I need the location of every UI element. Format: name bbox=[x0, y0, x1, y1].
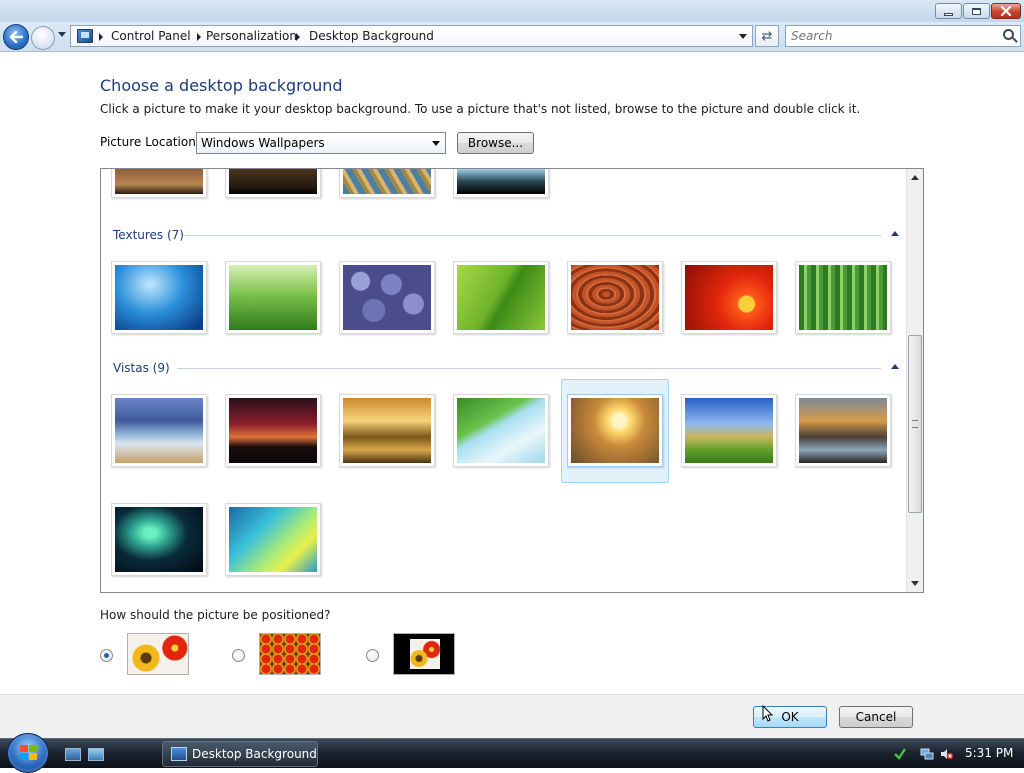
position-center-icon[interactable] bbox=[393, 633, 455, 675]
refresh-button[interactable]: ⇄ bbox=[755, 25, 779, 47]
address-box[interactable]: Control Panel Personalization Desktop Ba… bbox=[70, 25, 753, 47]
taskbar-item-desktop-background[interactable]: Desktop Background bbox=[162, 741, 318, 767]
network-icon[interactable] bbox=[920, 747, 934, 761]
maximize-icon bbox=[972, 7, 981, 15]
wallpaper-thumbnail[interactable] bbox=[111, 503, 207, 576]
address-toolbar: Control Panel Personalization Desktop Ba… bbox=[0, 22, 1024, 52]
breadcrumb-separator-icon[interactable] bbox=[296, 33, 300, 41]
wallpaper-thumbnail[interactable] bbox=[453, 169, 549, 198]
group-divider bbox=[185, 235, 881, 236]
scrollbar-thumb[interactable] bbox=[908, 335, 922, 513]
back-button[interactable] bbox=[3, 24, 29, 50]
breadcrumb-separator-icon[interactable] bbox=[197, 33, 201, 41]
picture-location-label: Picture Location bbox=[100, 135, 196, 149]
collapse-icon[interactable] bbox=[891, 364, 899, 369]
windows-logo-icon bbox=[20, 745, 38, 761]
collapse-icon[interactable] bbox=[891, 231, 899, 236]
breadcrumb-control-panel[interactable]: Control Panel bbox=[111, 29, 191, 43]
search-icon[interactable] bbox=[1003, 29, 1014, 40]
wallpaper-thumbnail[interactable] bbox=[225, 169, 321, 198]
position-tile-icon[interactable] bbox=[259, 633, 321, 675]
group-divider bbox=[177, 368, 881, 369]
breadcrumb-separator-icon[interactable] bbox=[99, 33, 103, 41]
group-header-vistas[interactable]: Vistas (9) bbox=[113, 361, 903, 375]
scroll-up-icon[interactable] bbox=[911, 175, 919, 180]
position-radio-fit[interactable] bbox=[100, 649, 113, 662]
show-desktop-icon[interactable] bbox=[65, 748, 81, 761]
wallpaper-thumbnail[interactable] bbox=[225, 394, 321, 467]
recent-pages-dropdown[interactable] bbox=[58, 32, 66, 37]
breadcrumb-personalization[interactable]: Personalization bbox=[206, 29, 297, 43]
maximize-button[interactable] bbox=[963, 3, 990, 19]
close-button[interactable] bbox=[991, 3, 1021, 19]
wallpaper-thumbnail[interactable] bbox=[339, 261, 435, 334]
mouse-pointer-icon bbox=[762, 705, 774, 722]
wallpaper-thumbnail[interactable] bbox=[339, 169, 435, 198]
wallpaper-thumbnail[interactable] bbox=[225, 503, 321, 576]
scroll-down-icon[interactable] bbox=[911, 581, 919, 586]
picture-location-select[interactable]: Windows Wallpapers bbox=[196, 132, 446, 154]
control-panel-icon bbox=[171, 747, 187, 761]
breadcrumb-desktop-background[interactable]: Desktop Background bbox=[309, 29, 434, 43]
volume-muted-icon[interactable] bbox=[940, 747, 954, 761]
picture-location-value: Windows Wallpapers bbox=[201, 136, 325, 150]
page-description: Click a picture to make it your desktop … bbox=[100, 102, 861, 116]
group-header-textures[interactable]: Textures (7) bbox=[113, 228, 903, 242]
wallpaper-thumbnail[interactable] bbox=[111, 261, 207, 334]
switch-windows-icon[interactable] bbox=[88, 748, 104, 761]
taskbar-clock[interactable]: 5:31 PM bbox=[965, 746, 1013, 760]
wallpaper-thumbnail[interactable] bbox=[567, 261, 663, 334]
position-question: How should the picture be positioned? bbox=[100, 608, 331, 622]
minimize-button[interactable] bbox=[935, 3, 962, 19]
browse-button[interactable]: Browse... bbox=[457, 132, 534, 154]
wallpaper-thumbnail[interactable] bbox=[225, 261, 321, 334]
position-fit-icon[interactable] bbox=[127, 633, 189, 675]
security-check-icon[interactable] bbox=[893, 747, 907, 761]
wallpaper-thumbnail-selected[interactable] bbox=[567, 394, 663, 467]
start-button[interactable] bbox=[7, 733, 49, 773]
control-panel-icon bbox=[77, 29, 93, 43]
minimize-icon bbox=[944, 12, 953, 16]
wallpaper-thumbnail[interactable] bbox=[111, 169, 207, 198]
close-icon bbox=[1000, 6, 1012, 16]
wallpaper-thumbnail[interactable] bbox=[111, 394, 207, 467]
group-title: Textures (7) bbox=[113, 228, 190, 242]
title-bar bbox=[0, 0, 1024, 22]
taskbar: Desktop Background 5:31 PM bbox=[0, 733, 1024, 773]
vertical-scrollbar[interactable] bbox=[906, 169, 923, 592]
wallpaper-thumbnail[interactable] bbox=[453, 261, 549, 334]
wallpaper-thumbnail[interactable] bbox=[681, 261, 777, 334]
wallpaper-thumbnail[interactable] bbox=[339, 394, 435, 467]
address-history-dropdown-icon[interactable] bbox=[739, 34, 747, 39]
wallpaper-thumbnail[interactable] bbox=[681, 394, 777, 467]
back-arrow-icon bbox=[9, 31, 23, 43]
wallpaper-thumbnail[interactable] bbox=[795, 261, 891, 334]
wallpaper-gallery[interactable]: Textures (7) Vistas (9) bbox=[100, 168, 924, 593]
taskbar-item-label: Desktop Background bbox=[192, 747, 317, 761]
cancel-button[interactable]: Cancel bbox=[839, 706, 913, 728]
search-input[interactable] bbox=[786, 26, 996, 46]
wallpaper-thumbnail[interactable] bbox=[795, 394, 891, 467]
chevron-down-icon bbox=[432, 141, 440, 146]
position-radio-tile[interactable] bbox=[232, 649, 245, 662]
position-radio-center[interactable] bbox=[366, 649, 379, 662]
group-title: Vistas (9) bbox=[113, 361, 176, 375]
refresh-icon: ⇄ bbox=[761, 28, 773, 44]
wallpaper-thumbnail[interactable] bbox=[453, 394, 549, 467]
page-title: Choose a desktop background bbox=[100, 76, 343, 95]
search-box[interactable] bbox=[785, 25, 1021, 47]
forward-button[interactable] bbox=[31, 26, 55, 50]
